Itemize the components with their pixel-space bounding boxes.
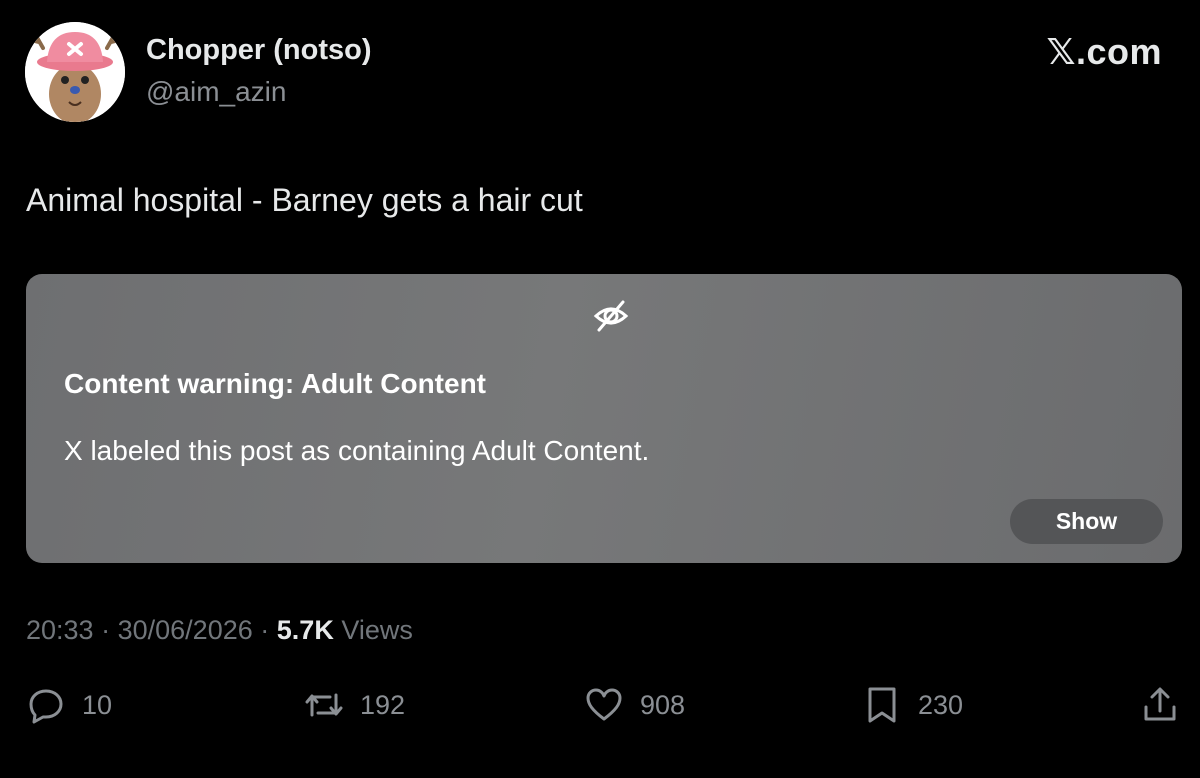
post-time[interactable]: 20:33: [26, 615, 94, 645]
views-label: Views: [341, 615, 413, 645]
repost-count: 192: [360, 689, 406, 720]
meta-separator: ·: [260, 615, 270, 645]
bookmark-icon: [868, 687, 896, 723]
like-button[interactable]: 908: [584, 684, 685, 726]
post-meta: 20:33 · 30/06/2026 · 5.7K Views: [26, 615, 413, 646]
show-button[interactable]: Show: [1010, 499, 1163, 544]
reply-icon: [29, 689, 63, 724]
warning-title: Content warning: Adult Content: [64, 368, 486, 399]
like-count: 908: [640, 689, 686, 720]
post-date[interactable]: 30/06/2026: [118, 615, 253, 645]
x-logo: 𝕏.com: [1046, 31, 1162, 72]
bookmark-count: 230: [918, 689, 964, 720]
views-count: 5.7K: [276, 615, 334, 645]
avatar[interactable]: [25, 22, 125, 122]
repost-button[interactable]: 192: [304, 684, 405, 726]
content-warning-card: Content warning: Adult Content X labeled…: [26, 274, 1182, 563]
share-icon: [1144, 687, 1176, 721]
repost-icon: [305, 693, 343, 717]
post-text: Animal hospital - Barney gets a hair cut: [26, 182, 583, 218]
reply-button[interactable]: 10: [26, 684, 112, 726]
meta-separator: ·: [101, 615, 111, 645]
share-button[interactable]: [1140, 684, 1196, 726]
heart-icon: [586, 688, 622, 721]
author-display-name[interactable]: Chopper (notso): [146, 34, 372, 67]
warning-body: X labeled this post as containing Adult …: [64, 435, 650, 466]
bookmark-button[interactable]: 230: [862, 684, 963, 726]
chopper-avatar-icon: [25, 22, 125, 122]
reply-count: 10: [82, 689, 113, 720]
author-handle[interactable]: @aim_azin: [146, 76, 286, 108]
eye-off-icon: [593, 300, 629, 332]
